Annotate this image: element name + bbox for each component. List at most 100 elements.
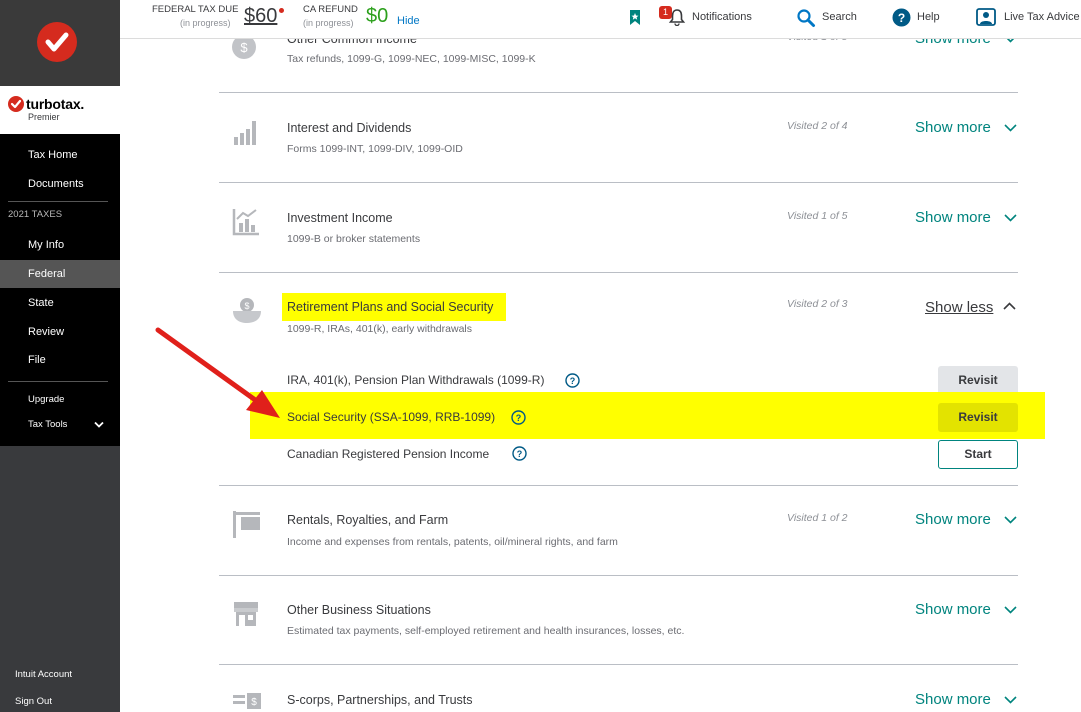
nav-intuit-account[interactable]: Intuit Account <box>0 664 120 686</box>
show-more-label: Show more <box>915 511 991 528</box>
visited-status: Visited 2 of 3 <box>787 298 848 310</box>
chevron-down-icon <box>1004 606 1017 614</box>
section-title: Retirement Plans and Social Security <box>287 300 494 314</box>
show-more-button[interactable]: Show more <box>915 209 1017 226</box>
section-title: Investment Income <box>287 211 393 225</box>
nav-documents[interactable]: Documents <box>0 170 120 198</box>
nav-tax-tools[interactable]: Tax Tools <box>0 414 120 436</box>
red-annotation-arrow <box>155 327 280 418</box>
sidebar-bottom: Intuit Account Sign Out <box>0 446 120 712</box>
visited-status: Visited 1 of 5 <box>787 210 848 222</box>
start-canadian-pension-button[interactable]: Start <box>938 440 1018 469</box>
svg-text:?: ? <box>516 413 522 423</box>
nav-my-info[interactable]: My Info <box>0 231 120 259</box>
nav-tax-tools-label: Tax Tools <box>28 419 68 430</box>
top-header: FEDERAL TAX DUE (in progress) $60 CA REF… <box>120 0 1081 39</box>
nav-sign-out[interactable]: Sign Out <box>0 691 120 712</box>
svg-text:?: ? <box>570 376 576 386</box>
search-label: Search <box>822 11 857 23</box>
income-section-s-corps: $ S-corps, Partnerships, and Trusts Show… <box>219 665 1018 712</box>
section-description: 1099-B or broker statements <box>287 233 421 245</box>
income-section-other-business: Other Business Situations Estimated tax … <box>219 576 1018 665</box>
chevron-down-icon <box>1004 214 1017 222</box>
svg-text:?: ? <box>517 449 523 459</box>
revisit-social-security-button[interactable]: Revisit <box>938 403 1018 432</box>
hide-link[interactable]: Hide <box>397 15 420 27</box>
show-more-button[interactable]: Show more <box>915 601 1017 618</box>
help-button[interactable]: ? Help <box>892 0 952 38</box>
show-more-label: Show more <box>915 601 991 618</box>
ca-refund-label: CA REFUND <box>303 4 358 15</box>
federal-tax-label: FEDERAL TAX DUE <box>152 4 239 15</box>
turbotax-mark-icon <box>8 96 24 112</box>
subtopic-canadian-pension-label: Canadian Registered Pension Income <box>287 447 490 461</box>
federal-tax-status: (in progress) <box>180 18 231 28</box>
nav-divider <box>8 201 108 202</box>
bar-chart-icon <box>234 121 256 145</box>
subtopic-social-security-label: Social Security (SSA-1099, RRB-1099) <box>287 410 496 424</box>
turbotax-checkmark-logo[interactable] <box>37 22 77 62</box>
nav-state[interactable]: State <box>0 289 120 317</box>
visited-status: Visited 2 of 4 <box>787 120 848 132</box>
live-tax-advice-button[interactable]: Live Tax Advice <box>976 0 1081 38</box>
income-section-rentals: Rentals, Royalties, and Farm Income and … <box>219 486 1018 576</box>
section-title: Other Business Situations <box>287 603 431 617</box>
show-more-button[interactable]: Show more <box>915 511 1017 528</box>
live-tax-advice-label: Live Tax Advice <box>1004 11 1080 23</box>
section-title: Interest and Dividends <box>287 121 412 135</box>
show-more-button[interactable]: Show more <box>915 691 1017 708</box>
help-circle-icon[interactable]: ? <box>565 373 580 388</box>
status-dot <box>279 8 284 13</box>
income-section-interest-dividends: Interest and Dividends Forms 1099-INT, 1… <box>219 93 1018 183</box>
expert-avatar-icon <box>976 8 996 26</box>
help-circle-icon: ? <box>892 8 911 27</box>
nav-upgrade[interactable]: Upgrade <box>0 389 120 411</box>
help-label: Help <box>917 11 940 23</box>
bookmark-icon[interactable] <box>629 9 641 26</box>
svg-text:?: ? <box>898 11 905 25</box>
chevron-down-icon <box>1004 696 1017 704</box>
section-description: Estimated tax payments, self-employed re… <box>287 625 685 637</box>
section-title: Rentals, Royalties, and Farm <box>287 513 449 527</box>
section-description: 1099-R, IRAs, 401(k), early withdrawals <box>287 323 472 335</box>
section-description: Income and expenses from rentals, patent… <box>287 536 618 548</box>
nav-file[interactable]: File <box>0 346 120 374</box>
income-section-retirement: $ Retirement Plans and Social Security 1… <box>219 273 1045 486</box>
notifications-button[interactable]: Notifications <box>668 0 768 38</box>
nav-section-label: 2021 TAXES <box>8 209 63 220</box>
show-less-button[interactable]: Show less <box>925 299 993 316</box>
search-button[interactable]: Search <box>796 0 866 38</box>
chevron-down-icon <box>1004 124 1017 132</box>
chevron-up-icon[interactable] <box>1003 302 1016 310</box>
rental-sign-icon <box>233 511 260 538</box>
revisit-1099r-button[interactable]: Revisit <box>938 366 1018 395</box>
chevron-down-icon <box>94 421 104 428</box>
storefront-icon <box>234 602 258 626</box>
help-circle-icon[interactable]: ? <box>512 446 527 461</box>
visited-status: Visited 1 of 2 <box>787 512 848 524</box>
show-more-button[interactable]: Show more <box>915 119 1017 136</box>
nav-tax-home[interactable]: Tax Home <box>0 141 120 169</box>
nav-federal[interactable]: Federal <box>0 260 120 288</box>
subtopic-1099r-label: IRA, 401(k), Pension Plan Withdrawals (1… <box>287 373 545 387</box>
search-icon <box>797 9 815 27</box>
brand-edition: Premier <box>28 112 60 122</box>
section-description: Tax refunds, 1099-G, 1099-NEC, 1099-MISC… <box>287 53 536 65</box>
sidebar: turbotax. Premier Tax Home Documents 202… <box>0 0 120 712</box>
chevron-down-icon <box>1004 516 1017 524</box>
svg-text:$: $ <box>251 697 257 708</box>
ca-refund-status: (in progress) <box>303 18 354 28</box>
nav-review[interactable]: Review <box>0 318 120 346</box>
nav-divider <box>8 381 108 382</box>
section-title: S-corps, Partnerships, and Trusts <box>287 693 473 707</box>
svg-text:$: $ <box>240 40 248 55</box>
federal-tax-amount[interactable]: $60 <box>244 5 277 28</box>
ca-refund-amount[interactable]: $0 <box>366 5 388 28</box>
stock-chart-icon <box>232 209 259 236</box>
help-circle-icon[interactable]: ? <box>511 410 526 425</box>
show-more-label: Show more <box>915 209 991 226</box>
logo-area <box>0 0 120 86</box>
brand-block: turbotax. Premier <box>0 86 120 134</box>
section-description: Forms 1099-INT, 1099-DIV, 1099-OID <box>287 143 463 155</box>
notifications-label: Notifications <box>692 11 752 23</box>
